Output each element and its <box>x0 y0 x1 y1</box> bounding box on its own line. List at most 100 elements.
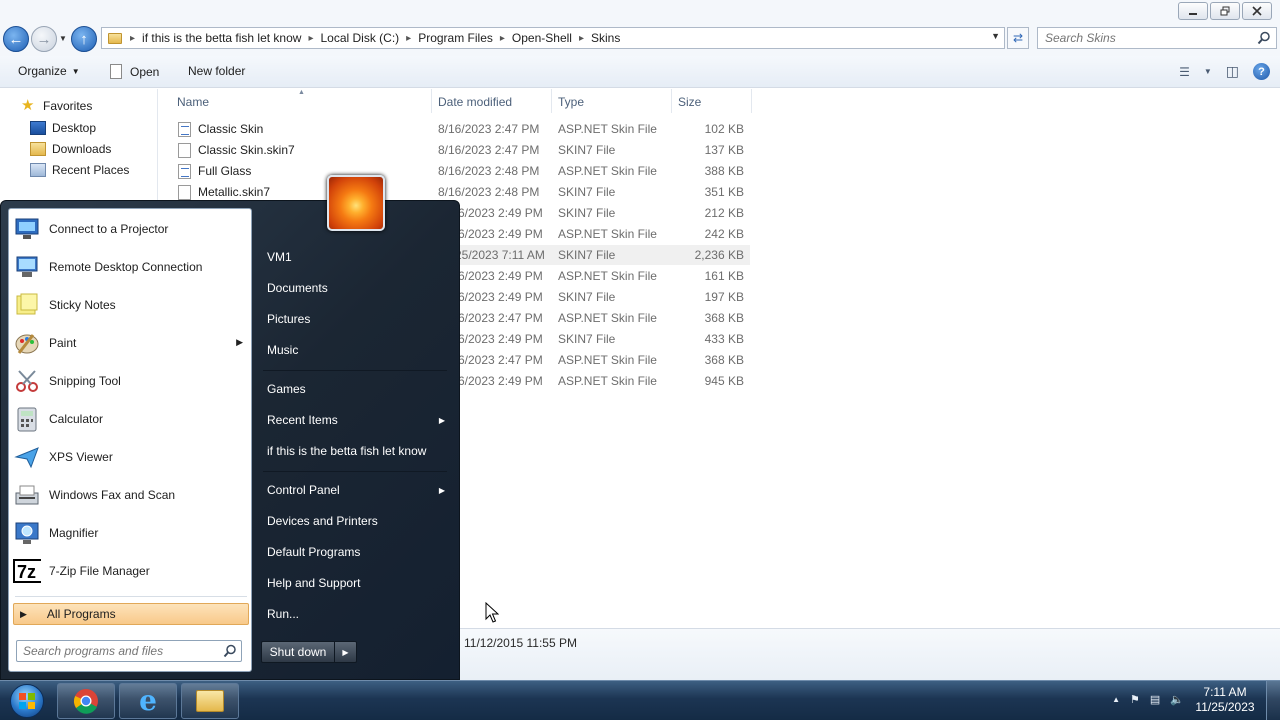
file-icon <box>178 143 191 158</box>
breadcrumb-local-disk[interactable]: Local Disk (C:) <box>320 31 399 45</box>
taskbar-chrome[interactable] <box>57 683 115 719</box>
recent-items-link[interactable]: Recent Items ▶ <box>261 407 451 433</box>
user-folder-vm1[interactable]: VM1 <box>261 244 451 270</box>
recent-pages-dropdown[interactable]: ▼ <box>59 34 67 43</box>
start-program-item[interactable]: Snipping Tool <box>13 363 249 399</box>
help-support-link[interactable]: Help and Support <box>261 570 451 596</box>
start-search-input[interactable] <box>17 641 217 661</box>
view-options-dropdown-icon[interactable]: ▼ <box>1204 67 1212 76</box>
music-link[interactable]: Music <box>261 337 451 363</box>
action-center-icon[interactable]: ⚑ <box>1130 693 1140 706</box>
chevron-right-icon[interactable]: ▸ <box>130 33 135 44</box>
search-icon[interactable] <box>1257 31 1271 45</box>
shutdown-options-button[interactable]: ▶ <box>335 641 357 663</box>
file-date: 8/16/2023 2:48 PM <box>438 185 540 199</box>
start-search-box[interactable] <box>16 640 242 662</box>
start-program-item[interactable]: 7z 7-Zip File Manager <box>13 553 249 589</box>
nav-favorites[interactable]: ★ Favorites <box>21 98 93 113</box>
start-program-item[interactable]: Paint ▶ <box>13 325 249 361</box>
search-icon[interactable] <box>223 644 237 658</box>
file-row[interactable]: Classic Skin 8/16/2023 2:47 PM ASP.NET Ski… <box>174 119 750 139</box>
all-programs-button[interactable]: ▶ All Programs <box>13 603 249 625</box>
nav-desktop[interactable]: Desktop <box>30 121 96 135</box>
breadcrumb-program-files[interactable]: Program Files <box>418 31 493 45</box>
forward-button[interactable]: → <box>31 26 57 52</box>
documents-link[interactable]: Documents <box>261 275 451 301</box>
breadcrumb-skins[interactable]: Skins <box>591 31 620 45</box>
shutdown-button[interactable]: Shut down <box>261 641 335 663</box>
control-panel-link[interactable]: Control Panel ▶ <box>261 477 451 503</box>
column-date-modified[interactable]: Date modified <box>438 95 512 109</box>
column-divider[interactable] <box>751 89 752 113</box>
file-row[interactable]: Full Glass 8/16/2023 2:48 PM ASP.NET Skin … <box>174 161 750 181</box>
default-programs-label: Default Programs <box>267 545 361 559</box>
start-program-label: Remote Desktop Connection <box>49 260 203 274</box>
up-button[interactable]: ↑ <box>71 26 97 52</box>
show-desktop-button[interactable] <box>1266 681 1280 720</box>
nav-recent-places[interactable]: Recent Places <box>30 163 129 177</box>
restore-button[interactable] <box>1210 2 1240 20</box>
start-program-item[interactable]: Remote Desktop Connection <box>13 249 249 285</box>
address-dropdown-icon[interactable]: ▼ <box>991 31 1000 41</box>
control-panel-label: Control Panel <box>267 483 340 497</box>
pictures-link[interactable]: Pictures <box>261 306 451 332</box>
file-date: 6/2023 2:49 PM <box>458 269 543 283</box>
address-bar[interactable]: ▸ if this is the betta fish let know ▸ L… <box>101 27 1005 49</box>
start-program-label: Snipping Tool <box>49 374 121 388</box>
start-program-item[interactable]: Windows Fax and Scan <box>13 477 249 513</box>
open-button[interactable]: Open <box>110 64 159 79</box>
file-icon <box>178 185 191 200</box>
remote-desktop-icon <box>13 253 41 281</box>
network-icon[interactable]: ▤ <box>1150 693 1160 706</box>
chevron-right-icon[interactable]: ▸ <box>500 33 505 44</box>
start-program-item[interactable]: XPS Viewer <box>13 439 249 475</box>
divider <box>263 370 447 371</box>
show-hidden-icons-icon[interactable]: ▲ <box>1112 695 1120 704</box>
organize-button[interactable]: Organize ▼ <box>18 64 80 78</box>
breadcrumb-open-shell[interactable]: Open-Shell <box>512 31 572 45</box>
nav-favorites-label: Favorites <box>43 99 93 113</box>
new-folder-button[interactable]: New folder <box>188 64 245 78</box>
change-view-icon[interactable]: ☰ <box>1179 65 1190 79</box>
default-programs-link[interactable]: Default Programs <box>261 539 451 565</box>
volume-icon[interactable]: 🔈 <box>1170 693 1184 706</box>
column-divider[interactable] <box>671 89 672 113</box>
chevron-right-icon[interactable]: ▸ <box>308 33 313 44</box>
minimize-button[interactable] <box>1178 2 1208 20</box>
start-program-item[interactable]: Calculator <box>13 401 249 437</box>
nav-downloads[interactable]: Downloads <box>30 142 111 156</box>
search-box[interactable] <box>1037 27 1277 49</box>
column-divider[interactable] <box>431 89 432 113</box>
column-type[interactable]: Type <box>558 95 584 109</box>
run-link[interactable]: Run... <box>261 601 451 627</box>
close-icon <box>1252 6 1262 16</box>
chevron-right-icon[interactable]: ▸ <box>406 33 411 44</box>
column-name[interactable]: Name <box>177 95 209 109</box>
start-program-item[interactable]: Magnifier <box>13 515 249 551</box>
search-input[interactable] <box>1038 28 1248 48</box>
taskbar-explorer[interactable] <box>181 683 239 719</box>
file-row[interactable]: Metallic.skin7 8/16/2023 2:48 PM SKIN7 Fil… <box>174 182 750 202</box>
clock[interactable]: 7:11 AM 11/25/2023 <box>1190 685 1260 715</box>
column-divider[interactable] <box>551 89 552 113</box>
start-program-item[interactable]: Connect to a Projector <box>13 211 249 247</box>
chevron-right-icon[interactable]: ▸ <box>579 33 584 44</box>
games-link[interactable]: Games <box>261 376 451 402</box>
start-program-item[interactable]: Sticky Notes <box>13 287 249 323</box>
refresh-button[interactable]: ⇄ <box>1007 27 1029 49</box>
taskbar-internet-explorer[interactable]: e <box>119 683 177 719</box>
breadcrumb-user-folder[interactable]: if this is the betta fish let know <box>142 31 301 45</box>
preview-pane-icon[interactable]: ◫ <box>1226 63 1239 80</box>
back-button[interactable]: ← <box>3 26 29 52</box>
file-row[interactable]: Classic Skin.skin7 8/16/2023 2:47 PM SKIN7… <box>174 140 750 160</box>
user-picture[interactable] <box>327 175 385 231</box>
window-controls <box>1178 2 1272 20</box>
column-size[interactable]: Size <box>678 95 701 109</box>
help-icon[interactable]: ? <box>1253 63 1270 80</box>
user-home-folder-link[interactable]: if this is the betta fish let know <box>261 438 451 464</box>
devices-printers-link[interactable]: Devices and Printers <box>261 508 451 534</box>
close-button[interactable] <box>1242 2 1272 20</box>
shutdown-label: Shut down <box>269 645 327 659</box>
start-button[interactable] <box>4 682 50 720</box>
7zip-icon: 7z <box>13 557 41 585</box>
